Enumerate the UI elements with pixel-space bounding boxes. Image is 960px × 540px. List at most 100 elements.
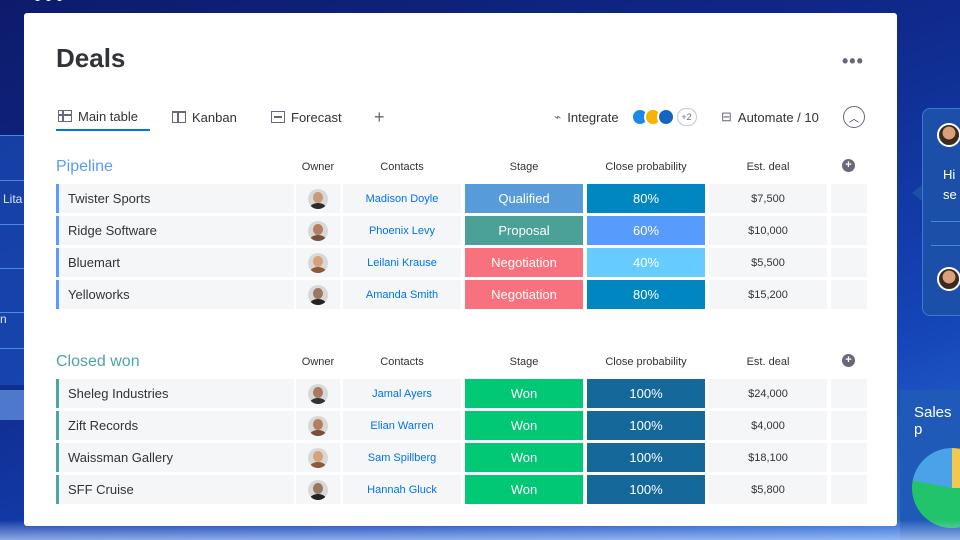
owner-cell[interactable] bbox=[296, 248, 340, 277]
column-header-owner[interactable]: Owner bbox=[296, 161, 340, 173]
group-header: Pipeline Owner Contacts Stage Close prob… bbox=[56, 158, 868, 184]
probability-status-cell[interactable]: 60% bbox=[587, 216, 705, 245]
column-header-stage[interactable]: Stage bbox=[465, 161, 583, 173]
group-title[interactable]: Closed won bbox=[56, 353, 140, 371]
est-deal-cell[interactable]: $5,800 bbox=[709, 475, 827, 504]
table-row[interactable]: Sheleg Industries Jamal Ayers Won 100% $… bbox=[56, 379, 868, 411]
contact-cell[interactable]: Leilani Krause bbox=[343, 248, 461, 277]
probability-status-cell[interactable]: 100% bbox=[587, 443, 705, 472]
chat-divider bbox=[931, 245, 960, 246]
background-left-text: Lita bbox=[3, 192, 23, 206]
item-name: Sheleg Industries bbox=[68, 386, 169, 401]
chevron-up-icon: ︿ bbox=[849, 113, 859, 125]
est-deal-cell[interactable]: $5,500 bbox=[709, 248, 827, 277]
group-title[interactable]: Pipeline bbox=[56, 158, 113, 176]
column-header-close-probability[interactable]: Close probability bbox=[587, 161, 705, 173]
column-header-owner[interactable]: Owner bbox=[296, 356, 340, 368]
page-title: Deals bbox=[56, 43, 126, 73]
est-deal-cell[interactable]: $18,100 bbox=[709, 443, 827, 472]
contact-cell[interactable]: Sam Spillberg bbox=[343, 443, 461, 472]
contact-cell[interactable]: Elian Warren bbox=[343, 411, 461, 440]
tab-forecast[interactable]: Forecast bbox=[271, 103, 342, 131]
contact-cell[interactable]: Hannah Gluck bbox=[343, 475, 461, 504]
column-header-est-deal[interactable]: Est. deal bbox=[709, 356, 827, 368]
probability-status-cell[interactable]: 100% bbox=[587, 379, 705, 408]
chat-bubble-pointer bbox=[912, 185, 922, 201]
background-chat-card: Hi se bbox=[922, 108, 960, 316]
contact-cell[interactable]: Jamal Ayers bbox=[343, 379, 461, 408]
est-deal-cell[interactable]: $4,000 bbox=[709, 411, 827, 440]
stage-status-cell[interactable]: Proposal bbox=[465, 216, 583, 245]
owner-cell[interactable] bbox=[296, 475, 340, 504]
table-row[interactable]: Zift Records Elian Warren Won 100% $4,00… bbox=[56, 411, 868, 443]
stage-status-cell[interactable]: Won bbox=[465, 475, 583, 504]
add-column-button[interactable]: + bbox=[842, 159, 855, 172]
avatar bbox=[308, 415, 328, 436]
tab-label: Kanban bbox=[192, 109, 237, 125]
item-name-cell[interactable]: Ridge Software bbox=[56, 216, 294, 245]
column-header-est-deal[interactable]: Est. deal bbox=[709, 161, 827, 173]
table-row[interactable]: Twister Sports Madison Doyle Qualified 8… bbox=[56, 184, 868, 216]
probability-status-cell[interactable]: 40% bbox=[587, 248, 705, 277]
item-name-cell[interactable]: Zift Records bbox=[56, 411, 294, 440]
stage-status-cell[interactable]: Qualified bbox=[465, 184, 583, 213]
view-tabs: Main table Kanban Forecast + ⌁ Integrate… bbox=[56, 103, 866, 133]
column-header-contacts[interactable]: Contacts bbox=[343, 161, 461, 173]
stage-status-cell[interactable]: Negotiation bbox=[465, 248, 583, 277]
stage-status-cell[interactable]: Won bbox=[465, 411, 583, 440]
table-row[interactable]: Yelloworks Amanda Smith Negotiation 80% … bbox=[56, 280, 868, 312]
table-row[interactable]: Bluemart Leilani Krause Negotiation 40% … bbox=[56, 248, 868, 280]
integrate-button[interactable]: ⌁ Integrate +2 bbox=[554, 103, 697, 131]
est-deal-cell[interactable]: $7,500 bbox=[709, 184, 827, 213]
item-name: Waissman Gallery bbox=[68, 450, 173, 465]
automate-button[interactable]: ⊟ Automate / 10 bbox=[721, 103, 819, 131]
chat-message-text: Hi se bbox=[943, 167, 957, 202]
add-view-button[interactable]: + bbox=[374, 103, 385, 131]
stage-status-cell[interactable]: Won bbox=[465, 443, 583, 472]
avatar bbox=[308, 284, 328, 305]
empty-cell bbox=[831, 216, 867, 245]
contact-cell[interactable]: Amanda Smith bbox=[343, 280, 461, 309]
owner-cell[interactable] bbox=[296, 379, 340, 408]
integrations-more-badge: +2 bbox=[676, 108, 697, 126]
table-row[interactable]: Waissman Gallery Sam Spillberg Won 100% … bbox=[56, 443, 868, 475]
tab-kanban[interactable]: Kanban bbox=[172, 103, 237, 131]
item-name-cell[interactable]: Sheleg Industries bbox=[56, 379, 294, 408]
table-row[interactable]: Ridge Software Phoenix Levy Proposal 60%… bbox=[56, 216, 868, 248]
tab-label: Forecast bbox=[291, 109, 342, 125]
est-deal-cell[interactable]: $15,200 bbox=[709, 280, 827, 309]
est-deal-cell[interactable]: $10,000 bbox=[709, 216, 827, 245]
item-name-cell[interactable]: Yelloworks bbox=[56, 280, 294, 309]
est-deal-cell[interactable]: $24,000 bbox=[709, 379, 827, 408]
owner-cell[interactable] bbox=[296, 411, 340, 440]
stage-status-cell[interactable]: Negotiation bbox=[465, 280, 583, 309]
owner-cell[interactable] bbox=[296, 216, 340, 245]
item-name-cell[interactable]: SFF Cruise bbox=[56, 475, 294, 504]
tab-main-table[interactable]: Main table bbox=[56, 103, 150, 131]
item-name: SFF Cruise bbox=[68, 482, 134, 497]
item-name-cell[interactable]: Bluemart bbox=[56, 248, 294, 277]
more-options-button[interactable]: ••• bbox=[842, 51, 864, 72]
chat-divider bbox=[931, 221, 960, 222]
contact-cell[interactable]: Phoenix Levy bbox=[343, 216, 461, 245]
probability-status-cell[interactable]: 80% bbox=[587, 280, 705, 309]
probability-status-cell[interactable]: 100% bbox=[587, 475, 705, 504]
column-header-contacts[interactable]: Contacts bbox=[343, 356, 461, 368]
probability-status-cell[interactable]: 100% bbox=[587, 411, 705, 440]
contact-cell[interactable]: Madison Doyle bbox=[343, 184, 461, 213]
owner-cell[interactable] bbox=[296, 280, 340, 309]
add-column-button[interactable]: + bbox=[842, 354, 855, 367]
item-name-cell[interactable]: Twister Sports bbox=[56, 184, 294, 213]
owner-cell[interactable] bbox=[296, 443, 340, 472]
group-closed-won: Closed won Owner Contacts Stage Close pr… bbox=[56, 353, 868, 507]
table-row[interactable]: SFF Cruise Hannah Gluck Won 100% $5,800 bbox=[56, 475, 868, 507]
stage-status-cell[interactable]: Won bbox=[465, 379, 583, 408]
probability-status-cell[interactable]: 80% bbox=[587, 184, 705, 213]
column-header-stage[interactable]: Stage bbox=[465, 356, 583, 368]
empty-cell bbox=[831, 280, 867, 309]
kanban-icon bbox=[172, 111, 186, 123]
item-name-cell[interactable]: Waissman Gallery bbox=[56, 443, 294, 472]
collapse-header-button[interactable]: ︿ bbox=[843, 106, 865, 128]
owner-cell[interactable] bbox=[296, 184, 340, 213]
column-header-close-probability[interactable]: Close probability bbox=[587, 356, 705, 368]
